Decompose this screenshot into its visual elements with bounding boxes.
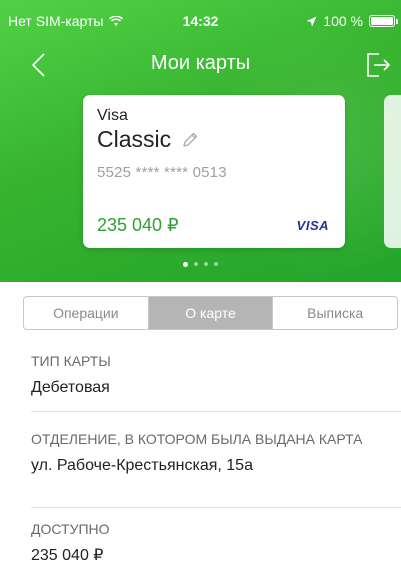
pencil-icon[interactable]	[181, 131, 199, 149]
detail-branch: ОТДЕЛЕНИЕ, В КОТОРОМ БЫЛА ВЫДАНА КАРТА у…	[31, 430, 401, 477]
pager-dot[interactable]	[183, 261, 188, 267]
battery-percent: 100 %	[323, 13, 363, 29]
divider	[31, 507, 401, 508]
pager-dot[interactable]	[204, 262, 208, 266]
card-number: 5525 **** **** 0513	[97, 164, 227, 181]
card-brand: Visa	[97, 107, 128, 124]
tab-statement[interactable]: Выписка	[273, 297, 397, 329]
detail-value: ул. Рабоче-Крестьянская, 15а	[31, 457, 253, 474]
card-name-row: Classic	[97, 126, 199, 153]
card-tabs: Операции О карте Выписка	[23, 296, 398, 330]
tab-about-card[interactable]: О карте	[148, 297, 274, 329]
detail-value: 235 040 ₽	[31, 547, 104, 564]
card-name: Classic	[97, 126, 172, 152]
nav-bar: Мои карты	[0, 42, 401, 86]
bank-card[interactable]: Visa Classic 5525 **** **** 0513 235 040…	[83, 95, 345, 248]
detail-card-type: ТИП КАРТЫ Дебетовая	[31, 352, 401, 399]
tab-operations[interactable]: Операции	[24, 297, 149, 329]
logout-icon[interactable]	[365, 52, 391, 78]
page-title: Мои карты	[150, 52, 251, 74]
cards-header: Нет SIM-карты 14:32 100 % Мои карты Visa…	[0, 0, 401, 282]
card-pager	[0, 261, 401, 267]
detail-label: ДОСТУПНО	[31, 521, 110, 537]
battery-icon	[369, 15, 398, 27]
visa-logo: VISA	[296, 218, 329, 233]
detail-label: ОТДЕЛЕНИЕ, В КОТОРОМ БЫЛА ВЫДАНА КАРТА	[31, 431, 363, 447]
battery-fill	[371, 17, 393, 25]
next-card-peek[interactable]	[384, 95, 401, 248]
card-balance: 235 040 ₽	[97, 215, 179, 235]
status-right: 100 %	[306, 13, 398, 29]
pager-dot[interactable]	[214, 262, 218, 266]
location-arrow-icon	[306, 16, 317, 26]
detail-value: Дебетовая	[31, 379, 110, 396]
detail-available: ДОСТУПНО 235 040 ₽	[31, 520, 401, 567]
detail-label: ТИП КАРТЫ	[31, 353, 111, 369]
divider	[31, 411, 401, 412]
pager-dot[interactable]	[194, 262, 198, 266]
status-bar: Нет SIM-карты 14:32 100 %	[0, 0, 401, 40]
